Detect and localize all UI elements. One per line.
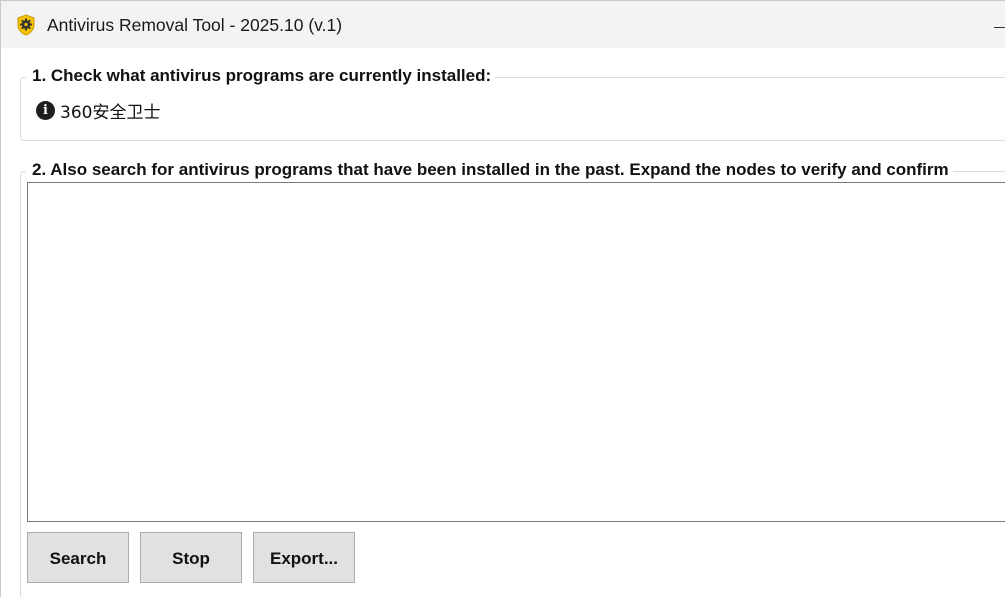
info-icon: i [36, 100, 55, 120]
installed-program-item: i 360安全卫士 [36, 99, 161, 123]
stop-button[interactable]: Stop [140, 532, 242, 583]
minimize-button[interactable] [983, 11, 1005, 41]
minimize-icon [994, 27, 1005, 28]
app-window: Antivirus Removal Tool - 2025.10 (v.1) 1… [0, 0, 1005, 597]
section2-legend: 2. Also search for antivirus programs th… [26, 160, 953, 180]
window-title: Antivirus Removal Tool - 2025.10 (v.1) [47, 15, 343, 35]
export-button[interactable]: Export... [253, 532, 355, 583]
title-bar[interactable]: Antivirus Removal Tool - 2025.10 (v.1) [1, 1, 1005, 48]
shield-gear-icon [16, 14, 36, 36]
past-installations-tree[interactable] [27, 182, 1005, 522]
search-button[interactable]: Search [27, 532, 129, 583]
installed-program-label: 360安全卫士 [60, 102, 161, 123]
installed-programs-group [20, 77, 1005, 141]
section1-legend: 1. Check what antivirus programs are cur… [26, 66, 496, 86]
